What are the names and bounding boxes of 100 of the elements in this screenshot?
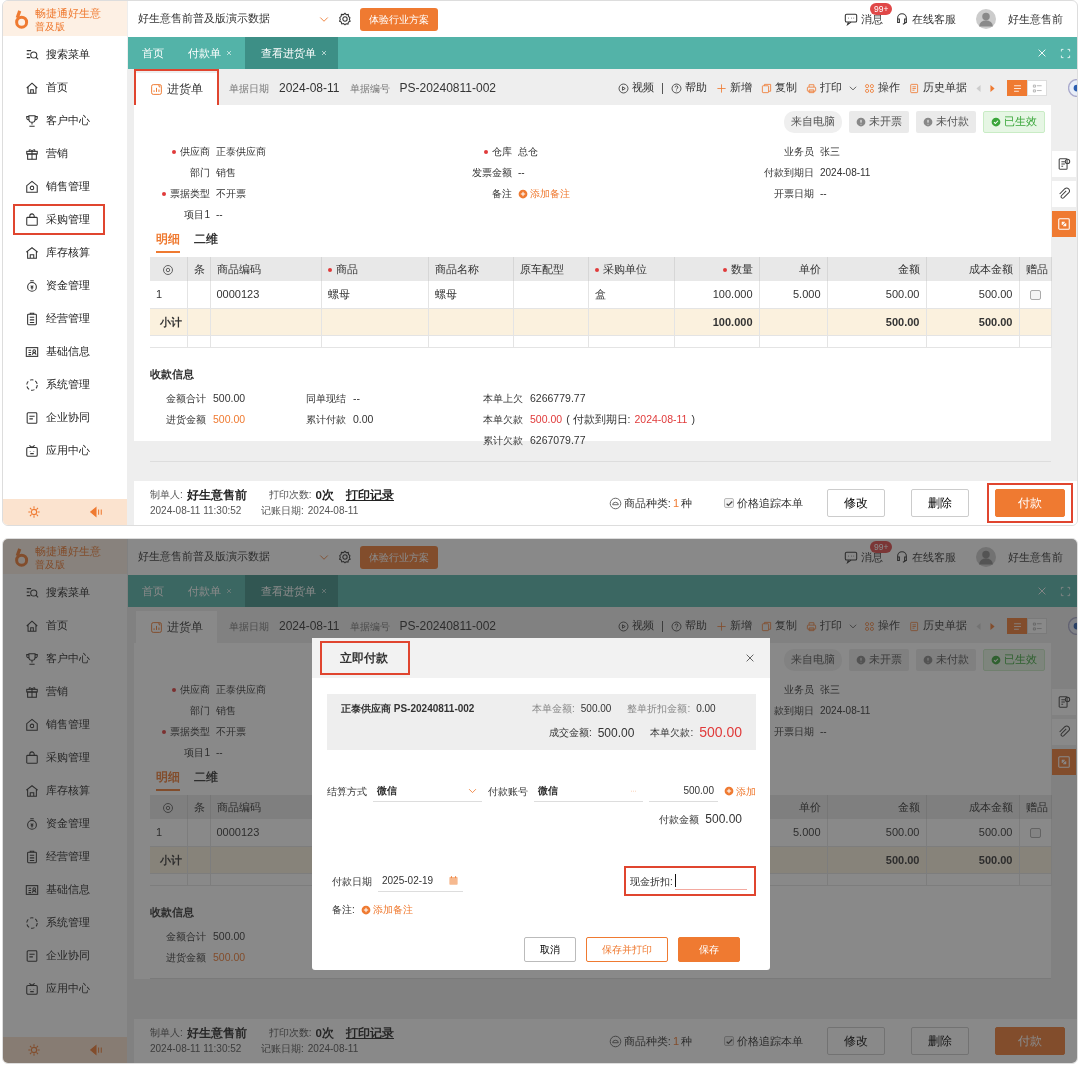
sidebar-item[interactable]: 首页	[15, 612, 103, 639]
action-button[interactable]: 修改	[827, 1027, 885, 1055]
detail-tab[interactable]: 二维	[194, 231, 218, 254]
user-name[interactable]: 好生意售前	[1008, 10, 1063, 28]
detail-tab[interactable]: 二维	[194, 769, 218, 792]
badge-count: 99+	[870, 2, 893, 15]
sidebar-item[interactable]: 采购管理	[15, 744, 103, 771]
toolbar-button[interactable]: 帮助	[668, 80, 710, 96]
support-link[interactable]: 在线客服	[912, 548, 956, 566]
sidebar-item[interactable]: 系统管理	[15, 371, 103, 398]
sidebar-item[interactable]: 基础信息	[15, 876, 103, 903]
table-cell: 100.000	[712, 288, 753, 301]
sidebar-item[interactable]: 客户中心	[15, 645, 103, 672]
toolbar-button[interactable]: 视频	[615, 80, 657, 96]
sidebar-item[interactable]: 企业协同	[15, 942, 103, 969]
table-cell: 0000123	[216, 288, 260, 301]
date-field[interactable]: 2025-02-19	[378, 870, 463, 892]
document-tab[interactable]: 进货单	[136, 611, 217, 643]
table-cell: 1	[156, 826, 163, 839]
sidebar-item[interactable]: 应用中心	[15, 975, 103, 1002]
sidebar-item[interactable]: 销售管理	[15, 173, 103, 200]
sidebar-item[interactable]: 资金管理	[15, 272, 103, 299]
toolbar-button[interactable]: 历史单据	[906, 80, 970, 96]
sidebar-item[interactable]: 经营管理	[15, 843, 103, 870]
field-label: 票据类型	[170, 188, 210, 199]
sidebar-item[interactable]: 搜索菜单	[15, 41, 103, 68]
column-header: 赠品	[1025, 263, 1048, 275]
sidebar-item[interactable]: 客户中心	[15, 107, 103, 134]
status-tag: 已生效	[983, 649, 1045, 671]
print-log-link[interactable]: 打印记录	[345, 487, 394, 503]
toolbar-button[interactable]: 复制	[758, 618, 800, 634]
user-name[interactable]: 好生意售前	[1008, 548, 1063, 566]
sidebar-item[interactable]: 采购管理	[15, 206, 103, 233]
add-note-link[interactable]: 添加备注	[360, 902, 413, 917]
amount-field[interactable]: 500.00	[649, 780, 718, 802]
dialog-button[interactable]: 保存	[678, 937, 740, 962]
add-note-link[interactable]: 添加备注	[518, 186, 570, 201]
tab[interactable]: 查看进货单	[245, 575, 338, 607]
input-field[interactable]: 微信	[534, 780, 644, 802]
table-cell: 500.00	[978, 288, 1013, 301]
status-tag: 来自电脑	[784, 111, 842, 133]
select-field[interactable]: 微信	[373, 780, 483, 802]
sidebar-item[interactable]: 应用中心	[15, 437, 103, 464]
edition-label: 普及版	[35, 559, 66, 571]
toolbar-button[interactable]: 新增	[713, 618, 755, 634]
add-link[interactable]: 添加	[724, 783, 756, 799]
sidebar-item[interactable]: 营销	[15, 140, 103, 167]
field-label: 单据编号	[349, 81, 390, 96]
info-value: 500.00	[597, 724, 635, 742]
sidebar-item[interactable]: 首页	[15, 74, 103, 101]
sidebar-item[interactable]: 资金管理	[15, 810, 103, 837]
sidebar-item[interactable]: 库存核算	[15, 777, 103, 804]
sidebar-item[interactable]: 企业协同	[15, 404, 103, 431]
action-button[interactable]: 删除	[911, 489, 969, 517]
toolbar-button[interactable]: 操作	[861, 618, 903, 634]
action-button[interactable]: 修改	[827, 489, 885, 517]
column-header: 条	[193, 801, 205, 813]
field-label: 付款到期日	[764, 167, 814, 178]
field-label: 供应商	[180, 146, 210, 157]
toolbar-button[interactable]: 帮助	[668, 618, 710, 634]
field-value: 2024-08-11	[279, 618, 340, 635]
column-header: 数量	[730, 263, 753, 275]
field-value: 张三	[820, 145, 840, 159]
action-button[interactable]: 删除	[911, 1027, 969, 1055]
field-label: 付款金额	[659, 812, 700, 827]
toolbar-button[interactable]: 打印	[803, 618, 845, 634]
dialog-button[interactable]: 取消	[524, 937, 576, 962]
logo-name: 畅捷通好生意	[35, 6, 101, 19]
info-label: 成交金额:	[548, 726, 592, 740]
toolbar-button[interactable]: 新增	[713, 80, 755, 96]
sidebar-item[interactable]: 搜索菜单	[15, 579, 103, 606]
toolbar-button[interactable]: 历史单据	[906, 618, 970, 634]
toolbar-button[interactable]: 视频	[615, 618, 657, 634]
sidebar-item[interactable]: 经营管理	[15, 305, 103, 332]
toolbar-button[interactable]: 操作	[861, 80, 903, 96]
tab[interactable]: 付款单	[176, 37, 245, 69]
support-link[interactable]: 在线客服	[912, 10, 956, 28]
sidebar-item[interactable]: 库存核算	[15, 239, 103, 266]
subtotal-cell: 500.00	[885, 315, 920, 328]
sidebar-item[interactable]: 基础信息	[15, 338, 103, 365]
sidebar-item[interactable]: 系统管理	[15, 909, 103, 936]
detail-tab[interactable]: 明细	[156, 231, 180, 254]
action-button[interactable]: 付款	[995, 489, 1065, 517]
tab[interactable]: 查看进货单	[245, 37, 338, 69]
sidebar-item[interactable]: 营销	[15, 678, 103, 705]
summary-value: 500.00	[213, 411, 246, 427]
toolbar-button[interactable]: 打印	[803, 80, 845, 96]
status-tag: 未开票	[849, 111, 909, 133]
field-value: --	[518, 166, 525, 180]
document-tab[interactable]: 进货单	[136, 73, 217, 105]
trial-button[interactable]: 体验行业方案	[360, 7, 438, 31]
field-label: 供应商	[180, 684, 210, 695]
sidebar-item[interactable]: 销售管理	[15, 711, 103, 738]
dialog-button[interactable]: 保存并打印	[586, 937, 668, 962]
print-log-link[interactable]: 打印记录	[345, 1025, 394, 1041]
toolbar-button[interactable]: 复制	[758, 80, 800, 96]
column-header: 商品	[335, 263, 358, 275]
field-label: 商品种类:	[623, 495, 671, 511]
table-cell: 500.00	[885, 826, 920, 839]
tab[interactable]: 首页	[128, 37, 176, 69]
